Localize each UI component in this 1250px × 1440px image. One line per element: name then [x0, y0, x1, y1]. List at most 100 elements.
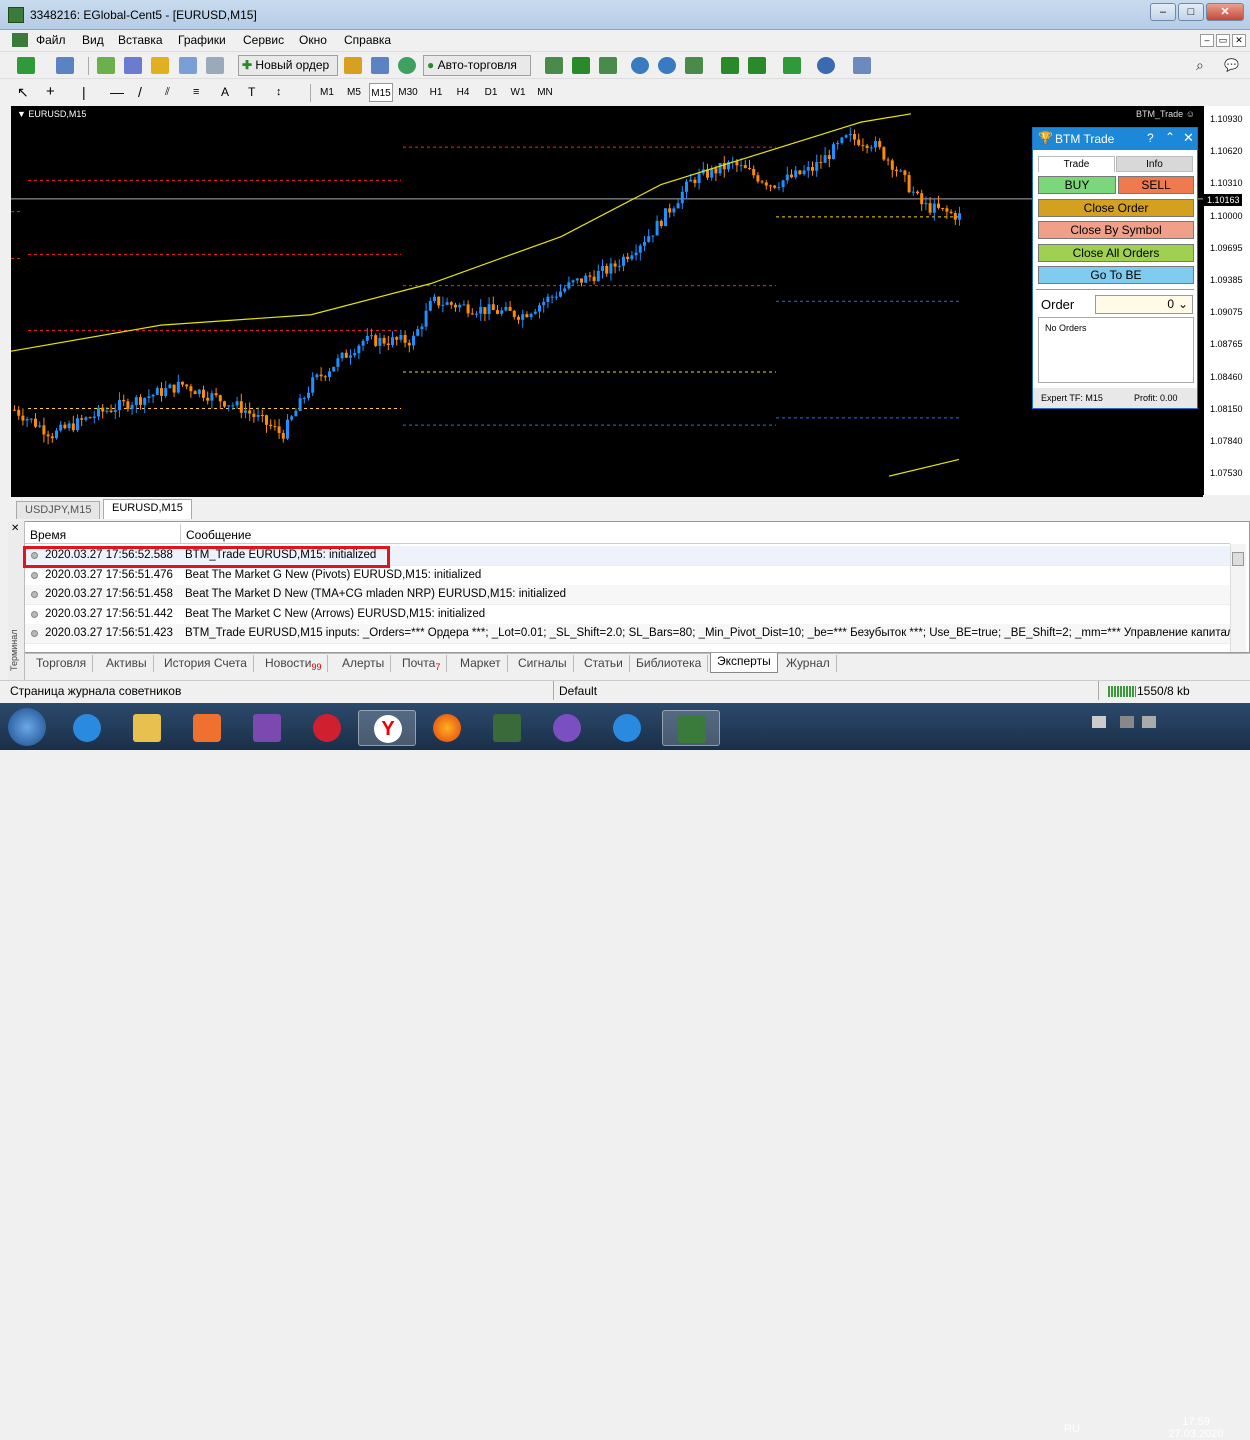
terminal-tab[interactable]: Алерты: [336, 655, 392, 672]
timeframe-h1[interactable]: H1: [424, 83, 448, 102]
chat-icon[interactable]: 💬: [1224, 57, 1242, 74]
terminal-tab[interactable]: Торговля: [30, 655, 94, 672]
crosshair-icon[interactable]: +: [46, 84, 64, 101]
menu-view[interactable]: Вид: [82, 33, 104, 47]
menu-insert[interactable]: Вставка: [118, 33, 163, 47]
log-row[interactable]: 2020.03.27 17:56:51.476 Beat The Market G…: [25, 566, 1230, 586]
cursor-icon[interactable]: ↖: [17, 84, 35, 101]
buy-button[interactable]: BUY: [1038, 176, 1116, 194]
g-app[interactable]: [598, 710, 656, 746]
volume-icon[interactable]: [1142, 716, 1156, 728]
start-button[interactable]: [8, 708, 46, 746]
monitor-app[interactable]: [478, 710, 536, 746]
panel-close-button[interactable]: ✕: [1183, 130, 1194, 146]
terminal-tab[interactable]: Журнал: [780, 655, 837, 672]
indicators-icon[interactable]: [783, 57, 801, 74]
terminal-tab[interactable]: Новости99: [259, 655, 329, 672]
timeframe-m15[interactable]: M15: [369, 83, 393, 102]
log-row[interactable]: 2020.03.27 17:56:51.423 BTM_Trade EURUSD,…: [25, 624, 1230, 644]
vertical-line-icon[interactable]: |: [82, 84, 100, 101]
timeframe-m5[interactable]: M5: [342, 83, 366, 102]
text-icon[interactable]: A: [221, 84, 239, 101]
order-select[interactable]: 0 ⌄: [1095, 295, 1193, 314]
periods-icon[interactable]: [817, 57, 835, 74]
terminal-tab[interactable]: История Счета: [158, 655, 254, 672]
close-by-symbol-button[interactable]: Close By Symbol: [1038, 221, 1194, 239]
auto-trading-button[interactable]: ● Авто-торговля: [423, 55, 531, 76]
opera-app[interactable]: [298, 710, 356, 746]
data-window-icon[interactable]: [124, 57, 142, 74]
menu-charts[interactable]: Графики: [178, 33, 226, 47]
panel-help-button[interactable]: ?: [1147, 131, 1154, 145]
ie-app[interactable]: [58, 710, 116, 746]
panel-tab-trade[interactable]: Trade: [1038, 156, 1115, 172]
metatrader-app[interactable]: [662, 710, 720, 746]
firefox-app[interactable]: [418, 710, 476, 746]
profiles-icon[interactable]: [56, 57, 74, 74]
terminal-close-icon[interactable]: ✕: [11, 523, 19, 534]
terminal-tab[interactable]: Статьи: [578, 655, 630, 672]
timeframe-h4[interactable]: H4: [451, 83, 475, 102]
tray-icon[interactable]: [1092, 716, 1106, 728]
candlestick-chart-icon[interactable]: [572, 57, 590, 74]
vps-icon[interactable]: [398, 57, 416, 74]
timeframe-m1[interactable]: M1: [315, 83, 339, 102]
search-icon[interactable]: ⌕: [1196, 57, 1214, 74]
timeframe-w1[interactable]: W1: [506, 83, 530, 102]
clock[interactable]: 17:59 27.03.2020: [1168, 1416, 1224, 1440]
terminal-tab[interactable]: Маркет: [454, 655, 508, 672]
tile-windows-icon[interactable]: [685, 57, 703, 74]
price-chart[interactable]: [11, 106, 1203, 495]
mdi-close-button[interactable]: ✕: [1232, 34, 1246, 47]
zoom-out-icon[interactable]: [658, 57, 676, 74]
column-message[interactable]: Сообщение: [186, 528, 251, 542]
trendline-icon[interactable]: /: [138, 84, 156, 101]
navigator-icon[interactable]: [151, 57, 169, 74]
tab-usdjpy-m15[interactable]: USDJPY,M15: [16, 501, 101, 519]
sell-button[interactable]: SELL: [1118, 176, 1194, 194]
terminal-tab[interactable]: Почта7: [396, 655, 448, 672]
new-order-button[interactable]: ✚ Новый ордер: [238, 55, 338, 76]
terminal-tab[interactable]: Активы: [100, 655, 154, 672]
fibonacci-icon[interactable]: ≡: [193, 84, 211, 101]
mdi-restore-button[interactable]: ▭: [1216, 34, 1230, 47]
new-chart-icon[interactable]: [17, 57, 35, 74]
text-label-icon[interactable]: T: [248, 84, 266, 101]
log-row[interactable]: 2020.03.27 17:56:51.442 Beat The Market C…: [25, 605, 1230, 625]
line-chart-icon[interactable]: [599, 57, 617, 74]
terminal-tab[interactable]: Библиотека: [630, 655, 709, 672]
viber-app[interactable]: [538, 710, 596, 746]
zoom-in-icon[interactable]: [631, 57, 649, 74]
close-all-orders-button[interactable]: Close All Orders: [1038, 244, 1194, 262]
timeframe-mn[interactable]: MN: [533, 83, 557, 102]
market-watch-icon[interactable]: [97, 57, 115, 74]
signals-icon[interactable]: [371, 57, 389, 74]
close-order-button[interactable]: Close Order: [1038, 199, 1194, 217]
terminal-scrollbar-thumb[interactable]: [1232, 552, 1244, 566]
log-row[interactable]: 2020.03.27 17:56:51.458 Beat The Market D…: [25, 585, 1230, 605]
network-icon[interactable]: [1120, 716, 1134, 728]
channel-icon[interactable]: ⫽: [165, 84, 183, 101]
panel-collapse-button[interactable]: ⌃: [1165, 130, 1175, 144]
bar-chart-icon[interactable]: [545, 57, 563, 74]
terminal-tab[interactable]: Сигналы: [512, 655, 574, 672]
menu-file[interactable]: Файл: [36, 33, 66, 47]
templates-icon[interactable]: [853, 57, 871, 74]
menu-tools[interactable]: Сервис: [243, 33, 284, 47]
yandex-app[interactable]: Y: [358, 710, 416, 746]
panel-tab-info[interactable]: Info: [1116, 156, 1193, 172]
timeframe-m30[interactable]: M30: [396, 83, 420, 102]
go-to-be-button[interactable]: Go To BE: [1038, 266, 1194, 284]
language-indicator[interactable]: RU: [1064, 1423, 1080, 1435]
menu-help[interactable]: Справка: [344, 33, 391, 47]
media-app[interactable]: [178, 710, 236, 746]
close-button[interactable]: ✕: [1206, 3, 1244, 21]
timeframe-d1[interactable]: D1: [479, 83, 503, 102]
strategy-tester-icon[interactable]: [206, 57, 224, 74]
terminal-icon[interactable]: [179, 57, 197, 74]
maximize-button[interactable]: □: [1178, 3, 1204, 21]
metaeditor-icon[interactable]: [344, 57, 362, 74]
horizontal-line-icon[interactable]: —: [110, 84, 128, 101]
tab-eurusd-m15[interactable]: EURUSD,M15: [103, 499, 192, 519]
mdi-minimize-button[interactable]: –: [1200, 34, 1214, 47]
